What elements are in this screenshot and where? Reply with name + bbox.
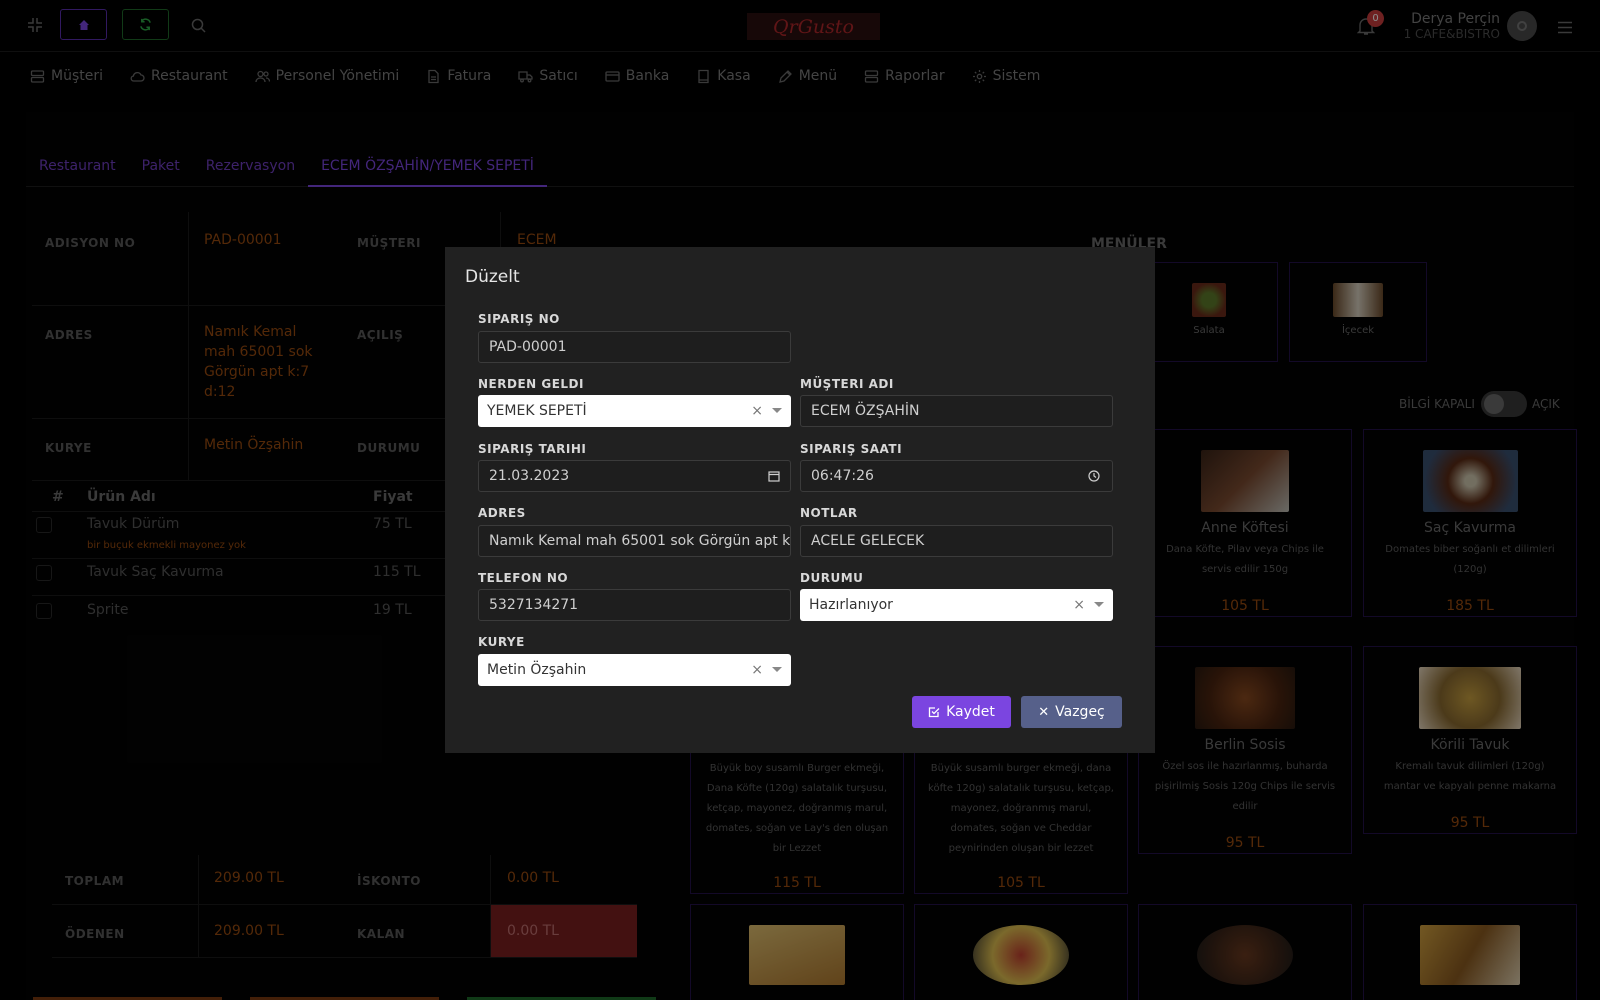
durum-select[interactable]: Hazırlanıyor × bbox=[800, 589, 1113, 621]
clear-icon[interactable]: × bbox=[751, 403, 763, 419]
musteri-adi-label: MÜŞTERI ADI bbox=[800, 377, 894, 391]
adres-field[interactable]: Namık Kemal mah 65001 sok Görgün apt k:7 bbox=[478, 525, 791, 557]
edit-modal: Düzelt SIPARIŞ NO PAD-00001 NERDEN GELDI… bbox=[445, 247, 1155, 753]
tarih-field[interactable]: 21.03.2023 bbox=[478, 460, 791, 492]
nerden-select[interactable]: YEMEK SEPETİ × bbox=[478, 395, 791, 427]
musteri-adi-field[interactable]: ECEM ÖZŞAHİN bbox=[800, 395, 1113, 427]
nerden-label: NERDEN GELDI bbox=[478, 377, 584, 391]
saat-value: 06:47:26 bbox=[811, 468, 874, 484]
clock-icon[interactable] bbox=[1088, 470, 1100, 482]
telefon-field[interactable]: 5327134271 bbox=[478, 589, 791, 621]
saat-label: SIPARIŞ SAATI bbox=[800, 442, 903, 456]
save-label: Kaydet bbox=[946, 704, 995, 720]
chevron-down-icon[interactable] bbox=[772, 408, 782, 413]
saat-field[interactable]: 06:47:26 bbox=[800, 460, 1113, 492]
save-button[interactable]: Kaydet bbox=[912, 696, 1011, 728]
tarih-label: SIPARIŞ TARIHI bbox=[478, 442, 587, 456]
kurye-select[interactable]: Metin Özşahin × bbox=[478, 654, 791, 686]
chevron-down-icon[interactable] bbox=[772, 667, 782, 672]
telefon-label: TELEFON NO bbox=[478, 571, 569, 585]
notlar-label: NOTLAR bbox=[800, 506, 858, 520]
tarih-value: 21.03.2023 bbox=[489, 468, 570, 484]
siparis-no-label: SIPARIŞ NO bbox=[478, 312, 560, 326]
siparis-no-field[interactable]: PAD-00001 bbox=[478, 331, 791, 363]
chevron-down-icon[interactable] bbox=[1094, 602, 1104, 607]
modal-title: Düzelt bbox=[465, 267, 520, 287]
notlar-field[interactable]: ACELE GELECEK bbox=[800, 525, 1113, 557]
durum-value: Hazırlanıyor bbox=[809, 597, 893, 613]
cancel-button[interactable]: ✕ Vazgeç bbox=[1021, 696, 1122, 728]
close-icon: ✕ bbox=[1038, 704, 1050, 720]
adres-label: ADRES bbox=[478, 506, 526, 520]
kurye-label: KURYE bbox=[478, 635, 525, 649]
check-square-icon bbox=[928, 707, 940, 718]
clear-icon[interactable]: × bbox=[1073, 597, 1085, 613]
durum-label: DURUMU bbox=[800, 571, 864, 585]
nerden-value: YEMEK SEPETİ bbox=[487, 403, 587, 419]
kurye-value: Metin Özşahin bbox=[487, 662, 587, 678]
cancel-label: Vazgeç bbox=[1055, 704, 1105, 720]
calendar-icon[interactable] bbox=[768, 470, 780, 482]
clear-icon[interactable]: × bbox=[751, 662, 763, 678]
